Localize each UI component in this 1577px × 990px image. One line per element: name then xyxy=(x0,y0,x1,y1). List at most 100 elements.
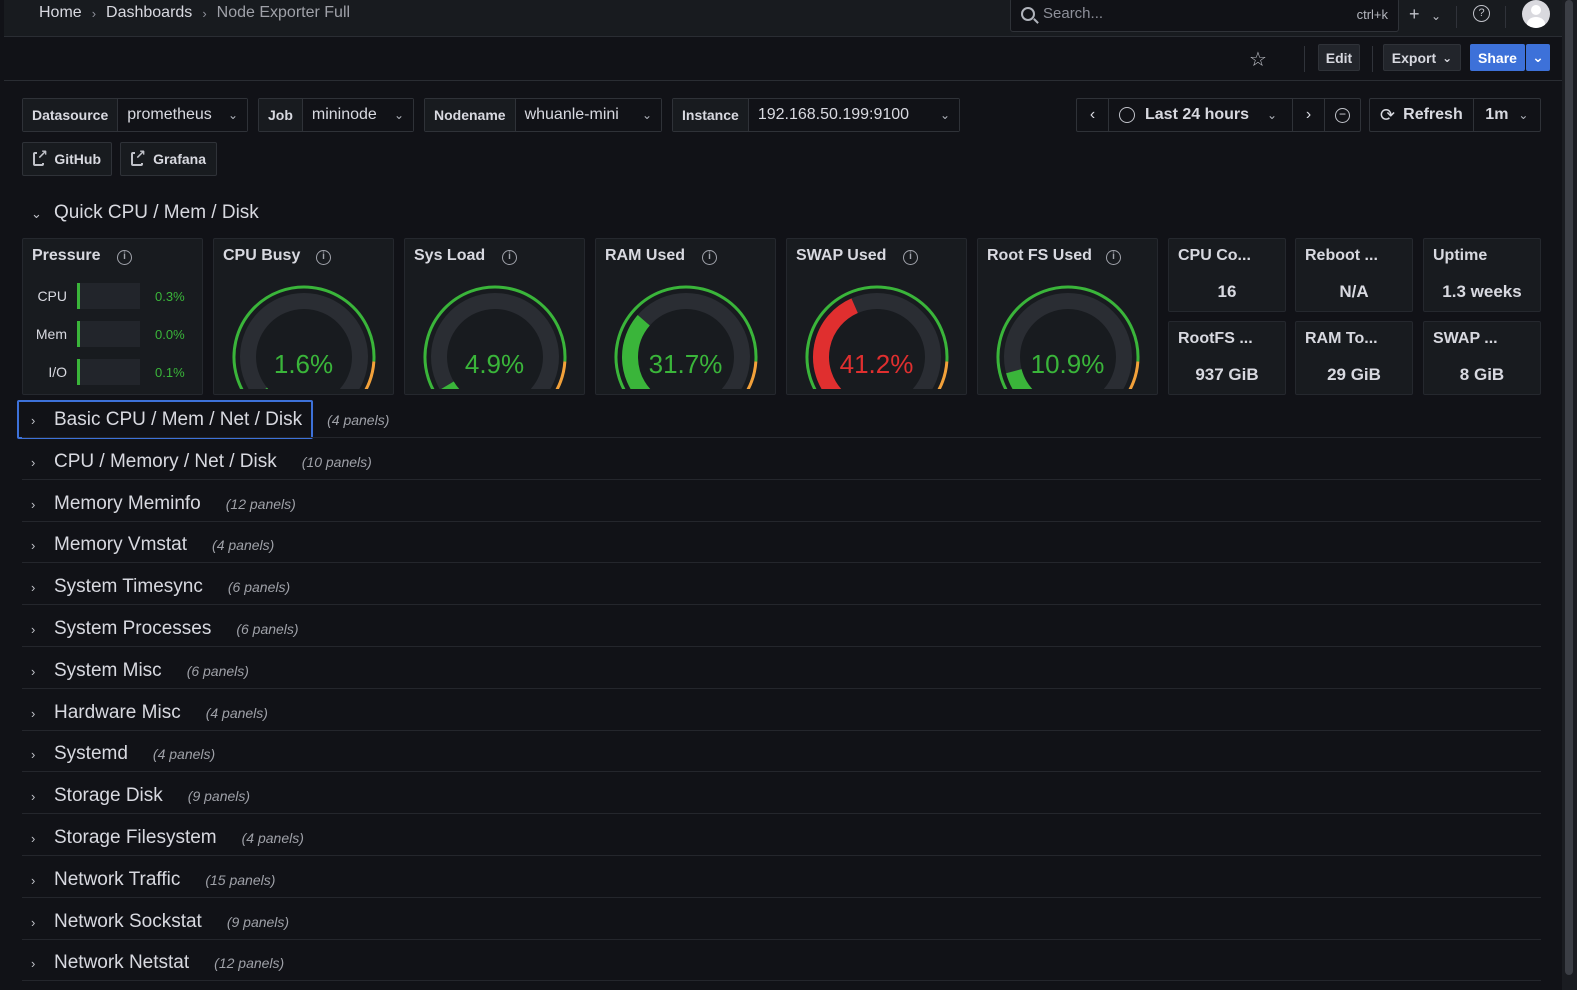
variable-value: mininode xyxy=(311,106,377,123)
chevron-right-icon: › xyxy=(31,497,36,512)
panel-root-fs-used[interactable]: Root FS Used i 10.9% xyxy=(977,238,1158,395)
pressure-label: Mem xyxy=(35,326,67,342)
time-forward-button[interactable]: › xyxy=(1293,99,1325,131)
row-header[interactable]: › Hardware Misc (4 panels) xyxy=(22,702,268,724)
panel-swap-used[interactable]: SWAP Used i 41.2% xyxy=(786,238,967,395)
variable-job[interactable]: Job mininode ⌄ xyxy=(258,98,414,132)
row-panel-count: (6 panels) xyxy=(186,663,249,679)
row-header[interactable]: › Systemd (4 panels) xyxy=(22,743,215,765)
panel-swap-total[interactable]: SWAP ... 8 GiB xyxy=(1423,321,1541,395)
row-divider xyxy=(22,479,1541,480)
chevron-down-icon: ⌄ xyxy=(939,108,950,122)
row-header[interactable]: › System Misc (6 panels) xyxy=(22,660,249,682)
row-divider xyxy=(22,562,1541,563)
stat-value: 8 GiB xyxy=(1459,365,1505,384)
info-icon[interactable]: i xyxy=(502,250,517,265)
panel-cpu-busy[interactable]: CPU Busy i 1.6% xyxy=(213,238,394,395)
info-icon[interactable]: i xyxy=(316,250,331,265)
breadcrumb-current: Node Exporter Full xyxy=(216,4,351,21)
row-title: Memory Vmstat xyxy=(54,534,188,555)
row-header[interactable]: › Memory Vmstat (4 panels) xyxy=(22,534,274,556)
panel-sys-load[interactable]: Sys Load i 4.9% xyxy=(404,238,585,395)
info-icon[interactable]: i xyxy=(702,250,717,265)
variable-nodename[interactable]: Nodename whuanle-mini ⌄ xyxy=(424,98,662,132)
row-title: Basic CPU / Mem / Net / Disk xyxy=(54,409,303,430)
breadcrumb-home[interactable]: Home xyxy=(39,4,82,22)
row-header[interactable]: › System Timesync (6 panels) xyxy=(22,576,290,598)
row-divider xyxy=(22,939,1541,940)
new-plus-icon[interactable]: + xyxy=(1409,4,1420,25)
panel-rootfs-total[interactable]: RootFS ... 937 GiB xyxy=(1168,321,1286,395)
chevron-down-icon[interactable]: ⌄ xyxy=(1431,9,1441,23)
breadcrumb: Home › Dashboards › Node Exporter Full xyxy=(39,4,350,22)
time-range-label: Last 24 hours xyxy=(1145,106,1250,123)
panel-title: RAM To... xyxy=(1305,330,1378,347)
avatar[interactable] xyxy=(1522,0,1550,28)
gauge-value: 31.7% xyxy=(648,349,723,379)
row-header[interactable]: › CPU / Memory / Net / Disk (10 panels) xyxy=(22,451,372,473)
search-shortcut: ctrl+k xyxy=(1356,7,1388,22)
info-icon[interactable]: i xyxy=(117,250,132,265)
refresh-button[interactable]: ⟳ Refresh xyxy=(1370,99,1474,131)
pressure-bar xyxy=(77,321,140,347)
panel-title: SWAP ... xyxy=(1433,330,1498,347)
info-icon[interactable]: i xyxy=(1106,250,1121,265)
star-icon[interactable]: ☆ xyxy=(1249,47,1267,72)
row-header[interactable]: › Basic CPU / Mem / Net / Disk (4 panels) xyxy=(22,409,389,431)
time-back-button[interactable]: ‹ xyxy=(1077,99,1109,131)
edit-button[interactable]: Edit xyxy=(1318,44,1360,71)
variable-instance[interactable]: Instance 192.168.50.199:9100 ⌄ xyxy=(672,98,960,132)
panel-ram-total[interactable]: RAM To... 29 GiB xyxy=(1295,321,1413,395)
panel-ram-used[interactable]: RAM Used i 31.7% xyxy=(595,238,776,395)
row-panel-count: (9 panels) xyxy=(226,914,290,930)
scrollbar[interactable] xyxy=(1562,0,1577,990)
panel-uptime[interactable]: Uptime 1.3 weeks xyxy=(1423,238,1541,312)
gauge-value: 4.9% xyxy=(464,349,525,379)
zoom-out-button[interactable]: − xyxy=(1325,99,1360,131)
row-title: System Timesync xyxy=(54,576,203,597)
share-button[interactable]: Share xyxy=(1470,44,1525,71)
share-dropdown-button[interactable]: ⌄ xyxy=(1526,44,1550,71)
link-label: GitHub xyxy=(54,151,101,167)
scrollbar-thumb[interactable] xyxy=(1565,0,1573,975)
link-label: Grafana xyxy=(153,151,206,167)
row-header[interactable]: › Storage Filesystem (4 panels) xyxy=(22,827,304,849)
gauge-value: 1.6% xyxy=(273,349,334,379)
row-header[interactable]: › Network Sockstat (9 panels) xyxy=(22,911,289,933)
external-link-icon xyxy=(33,147,49,166)
row-header[interactable]: › Storage Disk (9 panels) xyxy=(22,785,250,807)
row-title: Hardware Misc xyxy=(54,702,181,723)
chevron-right-icon: › xyxy=(31,538,36,553)
breadcrumb-dashboards[interactable]: Dashboards xyxy=(106,4,192,22)
stat-value: 937 GiB xyxy=(1195,365,1259,384)
link-grafana[interactable]: Grafana xyxy=(120,142,217,176)
time-range-button[interactable]: Last 24 hours ⌄ xyxy=(1109,99,1293,131)
row-divider xyxy=(22,897,1541,898)
link-github[interactable]: GitHub xyxy=(22,142,112,176)
divider xyxy=(1456,6,1457,28)
variable-value: prometheus xyxy=(127,106,212,123)
search-input[interactable]: Search... ctrl+k xyxy=(1010,0,1399,32)
panel-pressure[interactable]: Pressure i CPU 0.3% Mem 0.0% I/O 0.1% xyxy=(22,238,203,395)
info-icon[interactable]: i xyxy=(903,250,918,265)
refresh-interval-select[interactable]: 1m ⌄ xyxy=(1474,99,1540,131)
row-header[interactable]: › Memory Meminfo (12 panels) xyxy=(22,493,296,515)
chevron-down-icon: ⌄ xyxy=(1532,49,1544,65)
panel-reboot[interactable]: Reboot ... N/A xyxy=(1295,238,1413,312)
row-header[interactable]: › Network Traffic (15 panels) xyxy=(22,869,275,891)
row-header[interactable]: › Network Netstat (12 panels) xyxy=(22,952,284,974)
row-quick-cpu-mem-disk[interactable]: ⌄ Quick CPU / Mem / Disk xyxy=(22,202,259,224)
row-panel-count: (4 panels) xyxy=(212,537,275,553)
row-panel-count: (6 panels) xyxy=(236,621,299,637)
pressure-label: CPU xyxy=(37,288,67,304)
row-divider xyxy=(22,980,1541,981)
help-icon[interactable]: ? xyxy=(1473,5,1490,22)
divider xyxy=(1372,46,1373,72)
gauge-value-arc xyxy=(441,381,460,389)
chevron-right-icon: › xyxy=(31,915,36,930)
row-header[interactable]: › System Processes (6 panels) xyxy=(22,618,299,640)
panel-cpu-cores[interactable]: CPU Co... 16 xyxy=(1168,238,1286,312)
export-button[interactable]: Export ⌄ xyxy=(1383,44,1461,71)
variable-datasource[interactable]: Datasource prometheus ⌄ xyxy=(22,98,248,132)
panel-title: Reboot ... xyxy=(1305,247,1378,264)
